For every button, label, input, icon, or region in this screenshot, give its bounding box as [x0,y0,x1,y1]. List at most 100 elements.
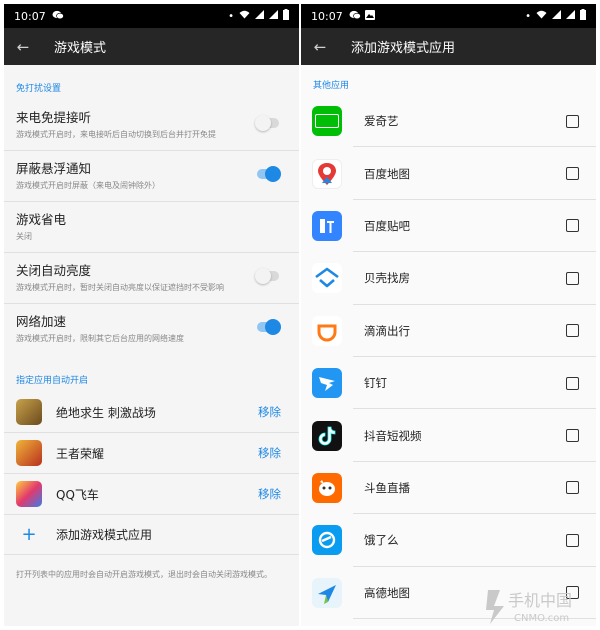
baidu-tieba-icon [312,210,342,241]
signal-icon [552,10,561,22]
app-name: 抖音短视频 [364,428,422,443]
pubg-mobile-icon [16,399,42,425]
app-name: 滴滴出行 [364,323,410,338]
watermark-cn: 手机中国 [508,591,572,610]
section-header-auto-enable-apps: 指定应用自动开启 [16,376,89,386]
signal-icon-2 [269,10,278,22]
setting-subtitle: 游戏模式开启时，暂时关闭自动亮度以保证遮挡时不受影响 [16,283,224,292]
section-header-do-not-disturb: 免打扰设置 [16,84,62,94]
app-list-item[interactable]: 百度贴吧 [301,200,596,253]
auto-app-row: 王者荣耀 移除 [4,433,299,474]
section-header-other-apps: 其他应用 [313,81,350,91]
auto-app-row: 绝地求生 刺激战场 移除 [4,392,299,433]
page-title: 添加游戏模式应用 [351,41,456,56]
app-checkbox[interactable] [566,324,579,338]
setting-subtitle: 关闭 [16,232,32,241]
footnote: 打开列表中的应用时会自动开启游戏模式，退出时会自动关闭游戏模式。 [16,570,272,579]
app-checkbox[interactable] [566,376,579,390]
auto-app-row: QQ飞车 移除 [4,474,299,515]
qq-speed-icon [16,481,42,507]
setting-subtitle: 游戏模式开启时，来电接听后自动切换到后台并打开免提 [16,130,216,139]
status-bar: 10:07 • [301,4,596,28]
setting-title: 来电免提接听 [16,110,92,125]
honor-of-kings-icon [16,440,42,466]
setting-title: 游戏省电 [16,212,67,227]
app-list-item[interactable]: 爱奇艺 [301,95,596,148]
image-icon [364,9,375,23]
add-game-app-label: 添加游戏模式应用 [56,528,153,542]
toggle-knob [255,268,271,284]
app-name: 饿了么 [364,533,399,548]
setting-game-power-saving[interactable]: 游戏省电 关闭 [4,202,299,253]
dot-icon: • [228,10,234,22]
app-list-item[interactable]: 贝壳找房 [301,252,596,305]
add-game-app-button[interactable]: + 添加游戏模式应用 [4,515,299,555]
block-notifications-toggle[interactable] [257,166,281,182]
app-name: 爱奇艺 [364,114,399,129]
app-name: 钉钉 [364,376,387,391]
setting-subtitle: 游戏模式开启时屏蔽（来电及闹钟除外） [16,181,160,190]
app-name: QQ飞车 [56,487,99,502]
beike-house-icon [312,263,342,294]
app-list-item[interactable]: 饿了么 [301,514,596,567]
app-checkbox[interactable] [566,167,579,181]
app-name: 绝地求生 刺激战场 [56,405,156,420]
battery-icon [283,9,289,23]
dingtalk-icon [312,368,342,399]
remove-button[interactable]: 移除 [258,404,281,420]
app-name: 高德地图 [364,585,410,600]
setting-title: 关闭自动亮度 [16,263,92,278]
app-name: 百度地图 [364,166,410,181]
toggle-knob [255,115,271,131]
douyin-icon [312,420,342,451]
status-time: 10:07 [311,9,343,23]
remove-button[interactable]: 移除 [258,445,281,461]
app-checkbox[interactable] [566,271,579,285]
app-name: 斗鱼直播 [364,480,410,495]
app-name: 王者荣耀 [56,446,105,461]
toggle-knob [265,166,281,182]
app-name: 贝壳找房 [364,271,410,286]
app-checkbox[interactable] [566,114,579,128]
setting-network-boost[interactable]: 网络加速 游戏模式开启时，限制其它后台应用的网络速度 [4,304,299,355]
handsfree-toggle[interactable] [255,115,279,131]
remove-button[interactable]: 移除 [258,486,281,502]
back-arrow-icon[interactable]: ← [4,38,42,56]
setting-title: 网络加速 [16,314,67,329]
page-title: 游戏模式 [54,41,107,56]
setting-handsfree-answer[interactable]: 来电免提接听 游戏模式开启时，来电接听后自动切换到后台并打开免提 [4,100,299,151]
setting-disable-auto-brightness[interactable]: 关闭自动亮度 游戏模式开启时，暂时关闭自动亮度以保证遮挡时不受影响 [4,253,299,304]
app-checkbox[interactable] [566,429,579,443]
app-list-item[interactable]: 抖音短视频 [301,409,596,462]
app-checkbox[interactable] [566,219,579,233]
auto-brightness-toggle[interactable] [255,268,279,284]
didi-icon [312,315,342,346]
app-list-item[interactable]: 滴滴出行 [301,305,596,357]
signal-icon [255,10,264,22]
add-game-app-screen: 10:07 • ← 添加游戏模式应用 其他应用 爱奇艺 百度地图 百度贴吧 贝壳… [301,4,596,626]
baidu-map-icon [312,158,342,189]
watermark-en: CNMO.com [514,613,569,624]
setting-title: 屏蔽悬浮通知 [16,161,92,176]
toggle-knob [265,319,281,335]
app-list-item[interactable]: 钉钉 [301,357,596,410]
back-arrow-icon[interactable]: ← [301,38,339,56]
app-name: 百度贴吧 [364,218,410,233]
signal-icon-2 [566,10,575,22]
app-list-item[interactable]: 百度地图 [301,147,596,200]
cnmo-watermark: 手机中国 CNMO.com [484,586,594,626]
app-checkbox[interactable] [566,481,579,495]
setting-block-floating-notifications[interactable]: 屏蔽悬浮通知 游戏模式开启时屏蔽（来电及闹钟除外） [4,151,299,202]
iqiyi-icon [312,106,342,137]
dot-icon: • [525,10,531,22]
app-list-item[interactable]: 斗鱼直播 [301,462,596,515]
app-bar: ← 游戏模式 [4,28,299,65]
setting-subtitle: 游戏模式开启时，限制其它后台应用的网络速度 [16,334,184,343]
network-boost-toggle[interactable] [257,319,281,335]
wifi-icon [536,10,547,22]
app-checkbox[interactable] [566,533,579,547]
app-bar: ← 添加游戏模式应用 [301,28,596,65]
plus-icon: + [21,524,37,545]
status-bar: 10:07 • [4,4,299,28]
wechat-icon [349,10,361,23]
